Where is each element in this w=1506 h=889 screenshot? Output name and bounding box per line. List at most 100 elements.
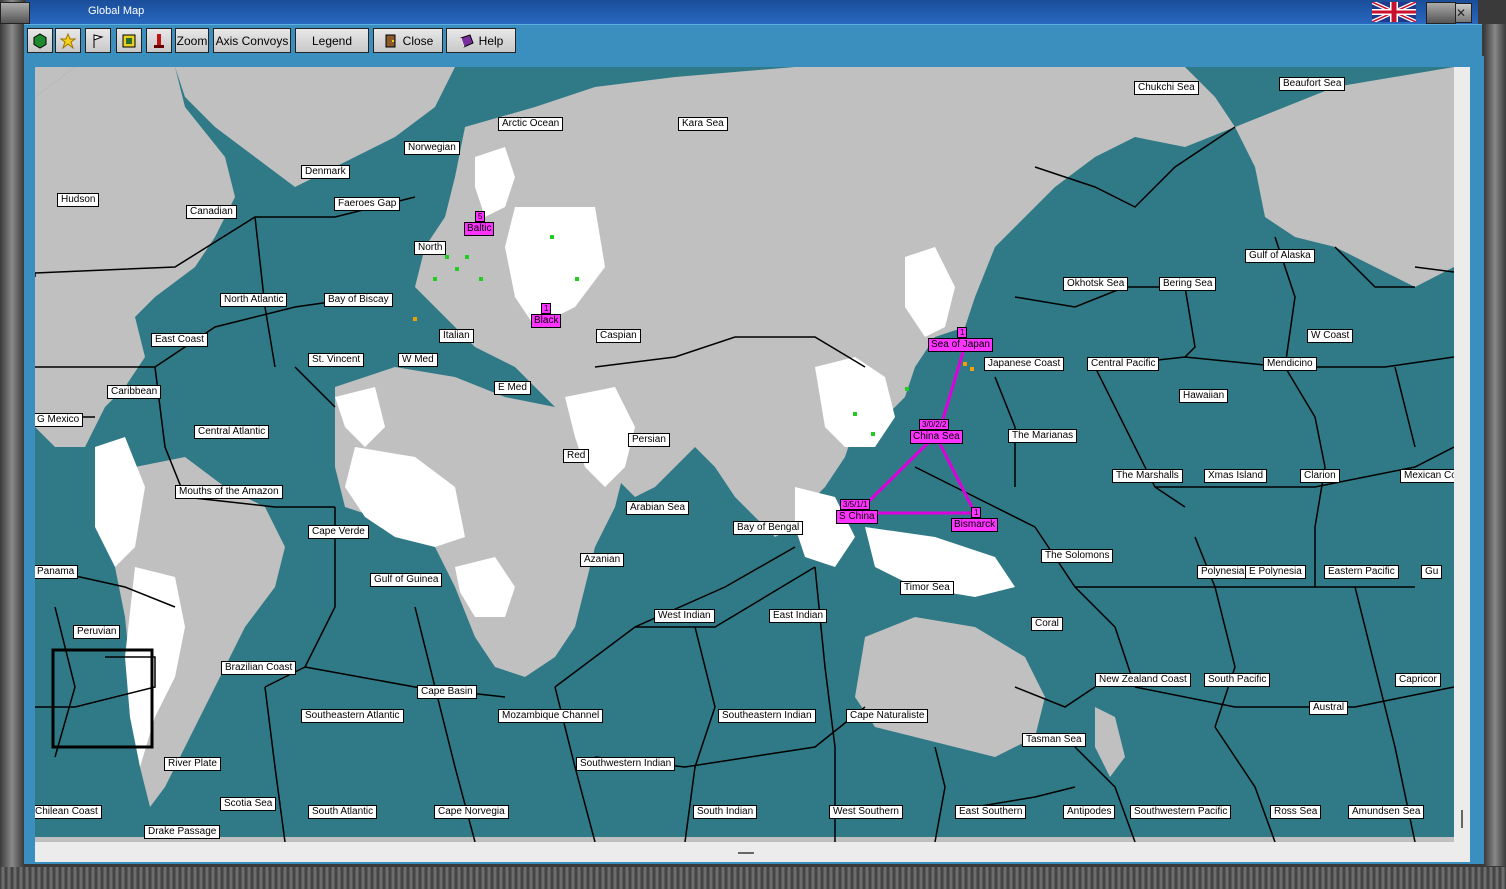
sea-zone-italian[interactable]: Italian <box>439 329 474 343</box>
sea-zone-nz-coast[interactable]: New Zealand Coast <box>1095 673 1191 687</box>
close-button[interactable]: Close <box>373 28 443 53</box>
sea-zone-cape-basin[interactable]: Cape Basin <box>417 685 477 699</box>
sea-zone-central-pacific[interactable]: Central Pacific <box>1087 357 1160 371</box>
task-force-bismarck[interactable]: Bismarck <box>951 518 999 532</box>
sea-zone-clarion[interactable]: Clarion <box>1300 469 1340 483</box>
sea-zone-south-indian[interactable]: South Indian <box>693 805 758 819</box>
sea-zone-chukchi[interactable]: Chukchi Sea <box>1134 81 1199 95</box>
sea-zone-east-southern[interactable]: East Southern <box>955 805 1027 819</box>
sea-zone-west-indian[interactable]: West Indian <box>654 609 715 623</box>
sea-zone-hawaiian[interactable]: Hawaiian <box>1179 389 1229 403</box>
sea-zone-se-atlantic[interactable]: Southeastern Atlantic <box>301 709 404 723</box>
hexagon-icon-button[interactable] <box>27 28 53 53</box>
sea-zone-denmark[interactable]: Denmark <box>301 165 350 179</box>
task-force-count[interactable]: 1 <box>971 507 982 518</box>
burst-icon-button[interactable] <box>55 28 81 53</box>
sea-zone-drake[interactable]: Drake Passage <box>144 825 221 839</box>
sea-zone-beaufort[interactable]: Beaufort Sea <box>1279 77 1346 91</box>
sea-zone-scotia[interactable]: Scotia Sea <box>220 797 277 811</box>
help-button[interactable]: Help <box>446 28 516 53</box>
world-map[interactable]: Chukchi Sea Beaufort Sea Arctic Ocean Ka… <box>35 67 1454 842</box>
pillar-icon-button[interactable] <box>146 28 172 53</box>
task-force-s-china[interactable]: S China <box>836 510 878 524</box>
sea-zone-panama[interactable]: Panama <box>35 565 79 579</box>
sea-zone-east-indian[interactable]: East Indian <box>769 609 828 623</box>
task-force-sea-of-japan[interactable]: Sea of Japan <box>928 338 993 352</box>
sea-zone-bengal[interactable]: Bay of Bengal <box>733 521 804 535</box>
sea-zone-polynesia[interactable]: Polynesia <box>1197 565 1249 579</box>
legend-button[interactable]: Legend <box>295 28 369 53</box>
vertical-scroll-grip[interactable] <box>1461 810 1463 828</box>
sea-zone-se-indian[interactable]: Southeastern Indian <box>718 709 816 723</box>
sea-zone-marshalls[interactable]: The Marshalls <box>1112 469 1183 483</box>
sea-zone-kara[interactable]: Kara Sea <box>678 117 728 131</box>
task-force-count[interactable]: 3/5/1/1 <box>840 499 871 510</box>
sea-zone-biscay[interactable]: Bay of Biscay <box>324 293 393 307</box>
task-force-count[interactable]: 1 <box>541 303 552 314</box>
sea-zone-south-pacific[interactable]: South Pacific <box>1204 673 1271 687</box>
sea-zone-chilean[interactable]: Chilean Coast <box>35 805 102 819</box>
sea-zone-e-med[interactable]: E Med <box>494 381 531 395</box>
task-force-china-sea[interactable]: China Sea <box>910 430 963 444</box>
sea-zone-capricorn[interactable]: Capricor <box>1395 673 1441 687</box>
sea-zone-north-atlantic[interactable]: North Atlantic <box>220 293 288 307</box>
sea-zone-austral[interactable]: Austral <box>1309 701 1349 715</box>
task-force-baltic[interactable]: Baltic <box>464 222 495 236</box>
sea-zone-ross[interactable]: Ross Sea <box>1270 805 1322 819</box>
sea-zone-guinea[interactable]: Gulf of Guinea <box>370 573 443 587</box>
axis-convoys-button[interactable]: Axis Convoys <box>213 28 291 53</box>
sea-zone-gu[interactable]: Gu <box>1421 565 1443 579</box>
sea-zone-w-med[interactable]: W Med <box>398 353 438 367</box>
sea-zone-arabian[interactable]: Arabian Sea <box>626 501 690 515</box>
sea-zone-solomons[interactable]: The Solomons <box>1041 549 1114 563</box>
sea-zone-caribbean[interactable]: Caribbean <box>107 385 162 399</box>
sea-zone-peruvian[interactable]: Peruvian <box>73 625 121 639</box>
sea-zone-arctic[interactable]: Arctic Ocean <box>498 117 564 131</box>
sea-zone-st-vincent[interactable]: St. Vincent <box>308 353 365 367</box>
sea-zone-north[interactable]: North <box>414 241 447 255</box>
sea-zone-mexican-coast[interactable]: Mexican Coa <box>1400 469 1454 483</box>
sea-zone-cape-naturaliste[interactable]: Cape Naturaliste <box>846 709 929 723</box>
sea-zone-faeroes[interactable]: Faeroes Gap <box>334 197 401 211</box>
sea-zone-eastern-pacific[interactable]: Eastern Pacific <box>1324 565 1399 579</box>
task-force-count[interactable]: 3/0/2/2 <box>919 419 950 430</box>
flag-icon-button[interactable] <box>85 28 111 53</box>
sea-zone-mozambique[interactable]: Mozambique Channel <box>498 709 604 723</box>
sea-zone-cape-norvegia[interactable]: Cape Norvegia <box>434 805 509 819</box>
vertical-scroll-area[interactable] <box>1454 67 1470 842</box>
sea-zone-south-atlantic[interactable]: South Atlantic <box>308 805 378 819</box>
sea-zone-e-polynesia[interactable]: E Polynesia <box>1245 565 1306 579</box>
sea-zone-w-coast[interactable]: W Coast <box>1307 329 1354 343</box>
sea-zone-marianas[interactable]: The Marianas <box>1008 429 1078 443</box>
sea-zone-gulf-alaska[interactable]: Gulf of Alaska <box>1245 249 1315 263</box>
sea-zone-persian[interactable]: Persian <box>628 433 670 447</box>
task-force-count[interactable]: 1 <box>957 327 968 338</box>
sea-zone-antipodes[interactable]: Antipodes <box>1063 805 1116 819</box>
sea-zone-canadian[interactable]: Canadian <box>186 205 237 219</box>
zoom-button[interactable]: Zoom <box>175 28 209 53</box>
sea-zone-red[interactable]: Red <box>563 449 590 463</box>
sea-zone-xmas[interactable]: Xmas Island <box>1204 469 1268 483</box>
sea-zone-amazon[interactable]: Mouths of the Amazon <box>175 485 283 499</box>
sea-zone-azanian[interactable]: Azanian <box>580 553 625 567</box>
sea-zone-g-mexico[interactable]: G Mexico <box>35 413 84 427</box>
sea-zone-sw-indian[interactable]: Southwestern Indian <box>576 757 676 771</box>
sea-zone-amundsen[interactable]: Amundsen Sea <box>1348 805 1425 819</box>
sea-zone-tasman[interactable]: Tasman Sea <box>1022 733 1086 747</box>
sea-zone-sw-pacific[interactable]: Southwestern Pacific <box>1130 805 1232 819</box>
sea-zone-river-plate[interactable]: River Plate <box>164 757 221 771</box>
sea-zone-bering[interactable]: Bering Sea <box>1159 277 1217 291</box>
sea-zone-east-coast[interactable]: East Coast <box>151 333 208 347</box>
horizontal-scroll-grip[interactable] <box>738 852 754 854</box>
sea-zone-norwegian[interactable]: Norwegian <box>404 141 460 155</box>
sea-zone-japanese-coast[interactable]: Japanese Coast <box>984 357 1065 371</box>
task-force-black[interactable]: Black <box>531 314 562 328</box>
sea-zone-west-southern[interactable]: West Southern <box>829 805 903 819</box>
sea-zone-cape-verde[interactable]: Cape Verde <box>308 525 369 539</box>
sea-zone-central-atlantic[interactable]: Central Atlantic <box>194 425 270 439</box>
sea-zone-timor[interactable]: Timor Sea <box>900 581 954 595</box>
sea-zone-coral[interactable]: Coral <box>1031 617 1063 631</box>
sea-zone-brazilian[interactable]: Brazilian Coast <box>221 661 297 675</box>
task-force-count[interactable]: 5 <box>475 211 486 222</box>
sea-zone-caspian[interactable]: Caspian <box>596 329 641 343</box>
